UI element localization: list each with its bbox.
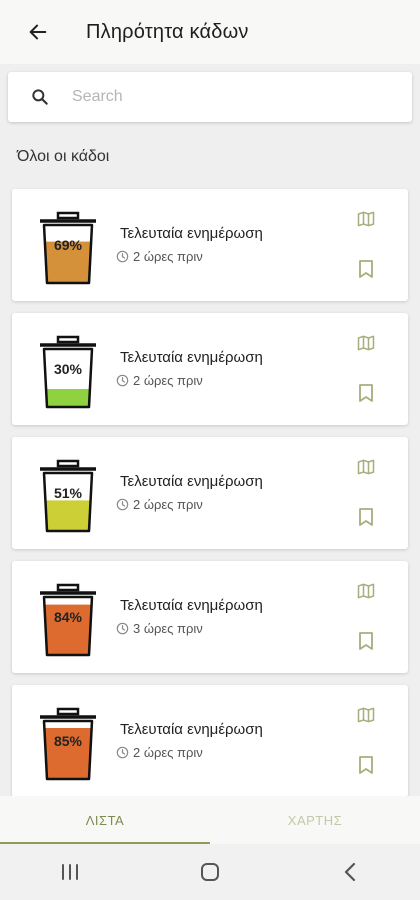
bin-card[interactable]: 84% Τελευταία ενημέρωση 3 ώρες πριν (12, 561, 408, 673)
recents-button[interactable] (40, 852, 100, 892)
bookmark-icon (359, 260, 373, 278)
bin-percent: 51% (53, 485, 83, 501)
bookmark-icon (359, 384, 373, 402)
bin-percent: 85% (53, 733, 83, 749)
time-ago-text: 2 ώρες πριν (133, 745, 203, 760)
clock-icon (116, 250, 129, 263)
last-update-time: 2 ώρες πριν (116, 497, 203, 512)
bin-lid (56, 335, 80, 344)
home-icon (201, 863, 219, 881)
search-bar (8, 72, 412, 122)
bin-lid (56, 211, 80, 220)
map-icon (357, 335, 375, 351)
map-icon (357, 459, 375, 475)
bin-gauge: 30% (38, 333, 98, 411)
search-icon (28, 85, 52, 109)
time-ago-text: 2 ώρες πριν (133, 373, 203, 388)
last-update-time: 3 ώρες πριν (116, 621, 203, 636)
map-icon (357, 211, 375, 227)
bin-gauge: 84% (38, 581, 98, 659)
bin-lid (56, 459, 80, 468)
home-button[interactable] (180, 852, 240, 892)
bin-percent: 30% (53, 361, 83, 377)
show-on-map-button[interactable] (354, 455, 378, 479)
bin-gauge: 69% (38, 209, 98, 287)
section-title: Όλοι οι κάδοι (17, 148, 110, 165)
show-on-map-button[interactable] (354, 703, 378, 727)
map-icon (357, 583, 375, 599)
time-ago-text: 2 ώρες πριν (133, 249, 203, 264)
bookmark-button[interactable] (354, 505, 378, 529)
bookmark-icon (359, 632, 373, 650)
bin-card[interactable]: 51% Τελευταία ενημέρωση 2 ώρες πριν (12, 437, 408, 549)
show-on-map-button[interactable] (354, 207, 378, 231)
bin-lid (56, 583, 80, 592)
bin-lid (56, 707, 80, 716)
bin-gauge: 85% (38, 705, 98, 783)
show-on-map-button[interactable] (354, 331, 378, 355)
bin-percent: 69% (53, 237, 83, 253)
app-bar: Πληρότητα κάδων (0, 0, 420, 64)
bin-card[interactable]: 69% Τελευταία ενημέρωση 2 ώρες πριν (12, 189, 408, 301)
bookmark-button[interactable] (354, 753, 378, 777)
bin-gauge: 51% (38, 457, 98, 535)
bookmark-button[interactable] (354, 381, 378, 405)
clock-icon (116, 622, 129, 635)
last-update-time: 2 ώρες πριν (116, 373, 203, 388)
time-ago-text: 3 ώρες πριν (133, 621, 203, 636)
clock-icon (116, 374, 129, 387)
recents-icon (62, 864, 78, 880)
system-nav-bar (0, 844, 420, 900)
bookmark-icon (359, 508, 373, 526)
time-ago-text: 2 ώρες πριν (133, 497, 203, 512)
last-update-label: Τελευταία ενημέρωση (120, 721, 263, 738)
bin-card[interactable]: 30% Τελευταία ενημέρωση 2 ώρες πριν (12, 313, 408, 425)
nav-back-button[interactable] (320, 852, 380, 892)
last-update-time: 2 ώρες πριν (116, 249, 203, 264)
bin-card[interactable]: 85% Τελευταία ενημέρωση 2 ώρες πριν (12, 685, 408, 797)
page-title: Πληρότητα κάδων (86, 20, 249, 43)
bookmark-button[interactable] (354, 257, 378, 281)
back-button[interactable] (16, 10, 60, 54)
show-on-map-button[interactable] (354, 579, 378, 603)
last-update-label: Τελευταία ενημέρωση (120, 349, 263, 366)
clock-icon (116, 746, 129, 759)
last-update-time: 2 ώρες πριν (116, 745, 203, 760)
map-icon (357, 707, 375, 723)
tab-list[interactable]: ΛΙΣΤΑ (0, 796, 210, 844)
tab-map[interactable]: ΧΑΡΤΗΣ (210, 796, 420, 844)
last-update-label: Τελευταία ενημέρωση (120, 473, 263, 490)
bookmark-icon (359, 756, 373, 774)
arrow-left-icon (29, 24, 47, 40)
bookmark-button[interactable] (354, 629, 378, 653)
chevron-left-icon (344, 862, 356, 882)
last-update-label: Τελευταία ενημέρωση (120, 225, 263, 242)
view-tabs: ΛΙΣΤΑ ΧΑΡΤΗΣ (0, 796, 420, 844)
search-input[interactable] (72, 88, 372, 106)
clock-icon (116, 498, 129, 511)
bin-percent: 84% (53, 609, 83, 625)
last-update-label: Τελευταία ενημέρωση (120, 597, 263, 614)
